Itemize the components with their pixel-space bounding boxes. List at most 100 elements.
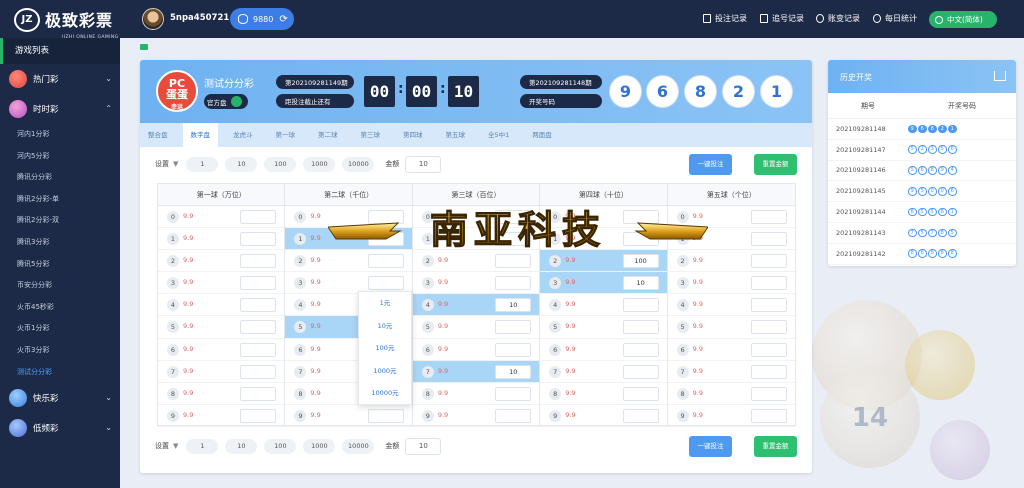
bet-amount-input[interactable]	[622, 408, 659, 423]
bet-amount-input[interactable]	[495, 232, 532, 247]
bet-cell[interactable]: 2 9.9	[412, 250, 540, 273]
bet-cell[interactable]: 2 9.9	[667, 250, 796, 273]
bet-amount-input[interactable]	[751, 210, 788, 224]
sidebar-item[interactable]: 币安分分彩	[0, 275, 120, 297]
bet-amount-input[interactable]	[751, 408, 788, 423]
bet-amount-input[interactable]	[240, 408, 277, 423]
caret-down-icon[interactable]: ▼	[173, 442, 178, 450]
bet-amount-input[interactable]: 10	[495, 364, 532, 379]
sidebar-item[interactable]: 火币3分彩	[0, 340, 120, 362]
bet-cell[interactable]: 3 9.9 10	[540, 272, 667, 295]
bet-cell[interactable]: 9 9.9	[540, 405, 667, 427]
quick-bet-button[interactable]: 一键投注	[689, 154, 732, 175]
bet-cell[interactable]: 3 9.9	[158, 272, 285, 295]
bet-cell[interactable]: 7 9.9	[667, 361, 796, 383]
sidebar-cat-ssc[interactable]: 时时彩 ⌃	[0, 94, 120, 124]
bet-amount-input[interactable]	[240, 232, 277, 247]
bet-cell[interactable]: 3 9.9	[667, 272, 796, 295]
avatar[interactable]	[142, 8, 164, 30]
bet-cell[interactable]: 1 9.9	[158, 228, 285, 251]
chip-1000[interactable]: 1000	[303, 156, 336, 172]
reset-amount-button[interactable]: 重置金额	[754, 154, 797, 175]
sidebar-item[interactable]: 火币45秒彩	[0, 297, 120, 319]
bet-amount-input[interactable]	[495, 276, 532, 291]
tab-item[interactable]: 龙虎斗	[233, 123, 253, 147]
bet-amount-input[interactable]	[622, 298, 659, 313]
tab-item[interactable]: 两面盘	[532, 123, 552, 147]
sidebar-item[interactable]: 腾讯2分彩-双	[0, 210, 120, 232]
sidebar-item[interactable]: 测试分分彩	[0, 362, 120, 384]
bet-amount-input[interactable]	[622, 210, 659, 224]
tab-item[interactable]: 第一球	[276, 123, 296, 147]
sidebar-item[interactable]: 河内1分彩	[0, 124, 120, 146]
bet-amount-input[interactable]	[495, 254, 532, 269]
bet-cell[interactable]: 9 9.9	[158, 405, 285, 427]
bet-amount-input[interactable]	[495, 386, 532, 401]
bet-cell[interactable]: 0 9.9	[285, 206, 412, 229]
chip-100[interactable]: 100	[264, 438, 297, 454]
bet-cell[interactable]: 6 9.9	[158, 339, 285, 361]
bet-cell[interactable]: 7 9.9 10	[412, 360, 540, 383]
bet-amount-input[interactable]	[240, 254, 277, 269]
bet-records-link[interactable]: 投注记录	[703, 13, 747, 24]
account-changes-link[interactable]: 账变记录	[816, 13, 860, 24]
cart-icon[interactable]	[994, 71, 1006, 81]
bet-amount-input[interactable]	[367, 210, 404, 224]
bet-amount-input[interactable]	[240, 276, 277, 291]
sidebar-item[interactable]: 腾讯2分彩-单	[0, 189, 120, 211]
chip-1[interactable]: 1	[186, 438, 219, 454]
chase-records-link[interactable]: 追号记录	[760, 13, 804, 24]
language-selector[interactable]: 中文(简体)	[929, 11, 997, 28]
bet-amount-input[interactable]	[751, 298, 788, 313]
bet-cell[interactable]: 1 9.9	[667, 228, 796, 251]
bet-amount-input[interactable]	[751, 254, 788, 269]
amount-input[interactable]: 10	[405, 437, 442, 455]
chip-1000[interactable]: 1000	[303, 438, 336, 454]
bet-amount-input[interactable]	[622, 232, 659, 247]
amount-input[interactable]: 10	[405, 155, 442, 173]
bet-amount-input[interactable]	[495, 210, 532, 224]
bet-cell[interactable]: 4 9.9	[667, 294, 796, 317]
bet-cell[interactable]: 5 9.9	[540, 316, 667, 339]
bet-cell[interactable]: 7 9.9	[158, 361, 285, 383]
bet-amount-input[interactable]	[751, 276, 788, 291]
bet-amount-input[interactable]	[240, 320, 277, 335]
bet-amount-input[interactable]: 100	[622, 254, 659, 269]
amount-option[interactable]: 10000元	[359, 382, 411, 405]
sidebar-item[interactable]: 腾讯3分彩	[0, 232, 120, 254]
bet-amount-input[interactable]	[495, 408, 532, 423]
bet-cell[interactable]: 3 9.9	[412, 272, 540, 295]
chip-1[interactable]: 1	[186, 156, 219, 172]
chip-10000[interactable]: 10000	[342, 156, 375, 172]
bet-cell[interactable]: 0 9.9	[412, 206, 540, 229]
bet-cell[interactable]: 9 9.9	[285, 405, 412, 427]
bet-cell[interactable]: 8 9.9	[667, 383, 796, 405]
toggle-knob[interactable]	[230, 96, 242, 107]
bet-cell[interactable]: 7 9.9	[540, 361, 667, 383]
bet-amount-input[interactable]	[240, 342, 277, 357]
bet-amount-input[interactable]	[751, 232, 788, 247]
bet-amount-input[interactable]	[367, 232, 404, 247]
bet-amount-input[interactable]	[622, 386, 659, 401]
bet-cell[interactable]: 6 9.9	[540, 339, 667, 361]
amount-option[interactable]: 1元	[359, 292, 411, 315]
bet-amount-input[interactable]	[751, 364, 788, 379]
caret-down-icon[interactable]: ▼	[173, 160, 178, 168]
bet-cell[interactable]: 5 9.9	[412, 316, 540, 339]
sidebar-item[interactable]: 腾讯分分彩	[0, 167, 120, 189]
bet-cell[interactable]: 0 9.9	[667, 206, 796, 229]
bet-cell[interactable]: 4 9.9	[540, 294, 667, 317]
tab-item[interactable]: 数字盘	[182, 123, 218, 147]
sidebar-item[interactable]: 火币1分彩	[0, 318, 120, 340]
bet-cell[interactable]: 0 9.9	[158, 206, 285, 229]
bet-amount-input[interactable]	[367, 408, 404, 423]
bet-amount-input[interactable]	[240, 386, 277, 401]
sidebar-item[interactable]: 河内5分彩	[0, 146, 120, 168]
bet-cell[interactable]: 2 9.9	[285, 250, 412, 273]
amount-option[interactable]: 10元	[359, 315, 411, 338]
bet-cell[interactable]: 6 9.9	[667, 339, 796, 361]
chip-10000[interactable]: 10000	[342, 438, 375, 454]
bet-cell[interactable]: 4 9.9	[158, 294, 285, 317]
official-toggle[interactable]: 官方盘	[204, 94, 248, 109]
bet-cell[interactable]: 8 9.9	[540, 383, 667, 405]
